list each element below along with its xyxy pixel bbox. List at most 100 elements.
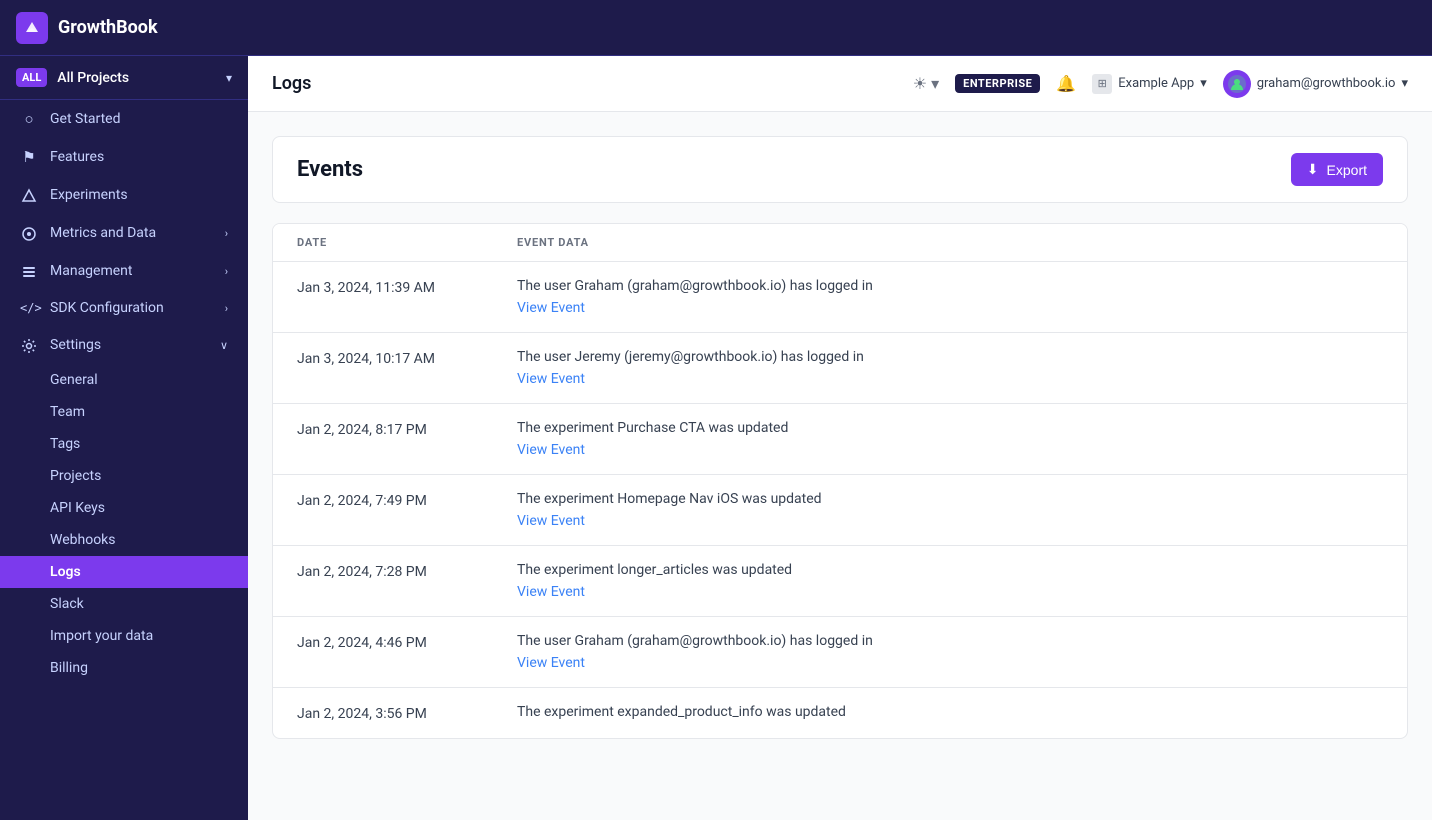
sidebar-item-label: Settings [50, 337, 101, 353]
user-selector[interactable]: graham@growthbook.io ▾ [1223, 70, 1408, 98]
sidebar-item-label: Management [50, 263, 132, 279]
content-header-title: Logs [272, 73, 311, 94]
sidebar-subitem-label: API Keys [50, 500, 105, 516]
view-event-link[interactable]: View Event [517, 442, 1383, 458]
event-text: The user Graham (graham@growthbook.io) h… [517, 633, 1383, 649]
date-cell: Jan 2, 2024, 7:28 PM [297, 562, 517, 580]
event-text: The experiment Homepage Nav iOS was upda… [517, 491, 1383, 507]
table-row: Jan 2, 2024, 8:17 PM The experiment Purc… [273, 404, 1407, 475]
sidebar-subitem-label: General [50, 372, 98, 388]
sidebar-subitem-api-keys[interactable]: API Keys [0, 492, 248, 524]
sidebar-subitem-label: Logs [50, 564, 81, 580]
user-email: graham@growthbook.io [1257, 76, 1396, 91]
get-started-icon: ○ [20, 110, 38, 128]
view-event-link[interactable]: View Event [517, 371, 1383, 387]
sidebar-item-settings[interactable]: Settings ∨ [0, 326, 248, 364]
date-cell: Jan 3, 2024, 11:39 AM [297, 278, 517, 296]
content-area: Logs ☀ ▾ ENTERPRISE 🔔 ⊞ Example App ▾ [248, 56, 1432, 820]
table-row: Jan 3, 2024, 10:17 AM The user Jeremy (j… [273, 333, 1407, 404]
view-event-link[interactable]: View Event [517, 300, 1383, 316]
sidebar-subitem-label: Import your data [50, 628, 153, 644]
table-row: Jan 2, 2024, 4:46 PM The user Graham (gr… [273, 617, 1407, 688]
sidebar-subitem-label: Webhooks [50, 532, 116, 548]
table-row: Jan 3, 2024, 11:39 AM The user Graham (g… [273, 262, 1407, 333]
sidebar-item-sdk-configuration[interactable]: </> SDK Configuration › [0, 290, 248, 326]
event-text: The user Jeremy (jeremy@growthbook.io) h… [517, 349, 1383, 365]
sidebar-item-metrics-and-data[interactable]: Metrics and Data › [0, 214, 248, 252]
col-date: DATE [297, 236, 517, 249]
app-selector[interactable]: ⊞ Example App ▾ [1092, 74, 1207, 94]
event-text: The user Graham (graham@growthbook.io) h… [517, 278, 1383, 294]
sidebar-item-label: SDK Configuration [50, 300, 164, 316]
page-header: Events ⬇ Export [272, 136, 1408, 203]
page-title: Events [297, 157, 363, 182]
sidebar-subitem-tags[interactable]: Tags [0, 428, 248, 460]
sidebar-item-features[interactable]: ⚑ Features [0, 138, 248, 176]
table-row: Jan 2, 2024, 7:49 PM The experiment Home… [273, 475, 1407, 546]
sidebar-subitem-label: Projects [50, 468, 101, 484]
view-event-link[interactable]: View Event [517, 584, 1383, 600]
sidebar-subitem-slack[interactable]: Slack [0, 588, 248, 620]
sidebar-subitem-label: Tags [50, 436, 80, 452]
event-text: The experiment Purchase CTA was updated [517, 420, 1383, 436]
event-cell: The experiment expanded_product_info was… [517, 704, 1383, 720]
chevron-down-icon: ▾ [931, 74, 939, 94]
date-cell: Jan 3, 2024, 10:17 AM [297, 349, 517, 367]
sidebar-subitem-label: Billing [50, 660, 88, 676]
event-cell: The user Graham (graham@growthbook.io) h… [517, 633, 1383, 671]
settings-icon [20, 336, 38, 354]
management-icon [20, 262, 38, 280]
chevron-down-icon: ∨ [220, 339, 228, 352]
sidebar-item-management[interactable]: Management › [0, 252, 248, 290]
avatar [1223, 70, 1251, 98]
chevron-right-icon: › [225, 227, 228, 240]
project-name: All Projects [57, 70, 216, 86]
event-cell: The user Graham (graham@growthbook.io) h… [517, 278, 1383, 316]
sidebar-subitem-projects[interactable]: Projects [0, 460, 248, 492]
sidebar-subitem-team[interactable]: Team [0, 396, 248, 428]
page-content: Events ⬇ Export DATE EVENT DATA Jan 3, 2… [248, 112, 1432, 820]
event-cell: The experiment longer_articles was updat… [517, 562, 1383, 600]
app-icon: ⊞ [1092, 74, 1112, 94]
project-badge: ALL [16, 68, 47, 87]
sidebar-item-get-started[interactable]: ○ Get Started [0, 100, 248, 138]
download-icon: ⬇ [1307, 161, 1319, 178]
sun-icon: ☀ [913, 74, 927, 94]
date-cell: Jan 2, 2024, 7:49 PM [297, 491, 517, 509]
date-cell: Jan 2, 2024, 8:17 PM [297, 420, 517, 438]
sidebar-subitem-billing[interactable]: Billing [0, 652, 248, 684]
logo-text: GrowthBook [58, 17, 158, 38]
metrics-icon [20, 224, 38, 242]
topbar: GrowthBook [0, 0, 1432, 56]
sidebar-item-experiments[interactable]: Experiments [0, 176, 248, 214]
notifications-button[interactable]: 🔔 [1056, 74, 1076, 94]
event-cell: The experiment Purchase CTA was updated … [517, 420, 1383, 458]
enterprise-badge: ENTERPRISE [955, 74, 1040, 93]
header-right: ☀ ▾ ENTERPRISE 🔔 ⊞ Example App ▾ [913, 70, 1408, 98]
sidebar-subitem-webhooks[interactable]: Webhooks [0, 524, 248, 556]
features-icon: ⚑ [20, 148, 38, 166]
date-cell: Jan 2, 2024, 3:56 PM [297, 704, 517, 722]
project-selector[interactable]: ALL All Projects ▾ [0, 56, 248, 100]
sidebar-subitem-general[interactable]: General [0, 364, 248, 396]
sidebar: ALL All Projects ▾ ○ Get Started ⚑ Featu… [0, 56, 248, 820]
chevron-right-icon: › [225, 265, 228, 278]
bell-icon: 🔔 [1056, 76, 1076, 93]
event-text: The experiment longer_articles was updat… [517, 562, 1383, 578]
view-event-link[interactable]: View Event [517, 513, 1383, 529]
sidebar-subitem-import-your-data[interactable]: Import your data [0, 620, 248, 652]
logo-icon [16, 12, 48, 44]
date-cell: Jan 2, 2024, 4:46 PM [297, 633, 517, 651]
chevron-down-icon: ▾ [1401, 76, 1408, 91]
events-table: DATE EVENT DATA Jan 3, 2024, 11:39 AM Th… [272, 223, 1408, 739]
sidebar-subitem-logs[interactable]: Logs [0, 556, 248, 588]
table-row: Jan 2, 2024, 3:56 PM The experiment expa… [273, 688, 1407, 738]
export-label: Export [1327, 162, 1367, 178]
sidebar-subitem-label: Team [50, 404, 85, 420]
view-event-link[interactable]: View Event [517, 655, 1383, 671]
table-row: Jan 2, 2024, 7:28 PM The experiment long… [273, 546, 1407, 617]
sdk-icon: </> [20, 301, 38, 315]
export-button[interactable]: ⬇ Export [1291, 153, 1383, 186]
sidebar-item-label: Metrics and Data [50, 225, 156, 241]
theme-button[interactable]: ☀ ▾ [913, 74, 939, 94]
